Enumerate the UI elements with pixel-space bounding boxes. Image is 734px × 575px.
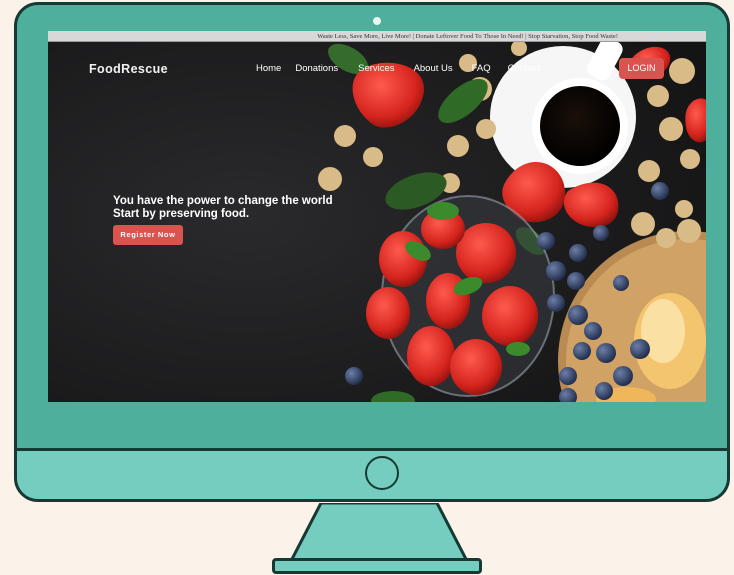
nav-item-home[interactable]: Home — [256, 63, 281, 74]
monitor-chin — [17, 448, 727, 499]
nav-item-donations[interactable]: Donations — [295, 63, 338, 74]
announcement-ticker: Waste Less, Save More, Live More! | Dona… — [48, 31, 706, 42]
camera-dot-icon — [373, 17, 381, 25]
power-button-icon — [365, 456, 399, 490]
register-now-button[interactable]: Register Now — [113, 225, 183, 245]
hero-heading-line-1: You have the power to change the world — [113, 195, 333, 207]
monitor-stand — [289, 503, 469, 563]
website-screen: Waste Less, Save More, Live More! | Dona… — [48, 31, 706, 402]
brand-logo[interactable]: FoodRescue — [89, 62, 168, 76]
monitor-stand-base — [272, 558, 482, 574]
nav-item-services[interactable]: Services — [358, 63, 394, 74]
nav-item-about-us[interactable]: About Us — [414, 63, 453, 74]
main-navigation: Home Donations Services About Us FAQ Con… — [256, 63, 540, 74]
nav-item-contact[interactable]: Contact — [508, 63, 541, 74]
hero-heading-line-2: Start by preserving food. — [113, 207, 250, 220]
hero-heading: You have the power to change the world S… — [113, 195, 333, 220]
nav-item-faq[interactable]: FAQ — [472, 63, 491, 74]
login-button[interactable]: LOGIN — [619, 58, 664, 79]
